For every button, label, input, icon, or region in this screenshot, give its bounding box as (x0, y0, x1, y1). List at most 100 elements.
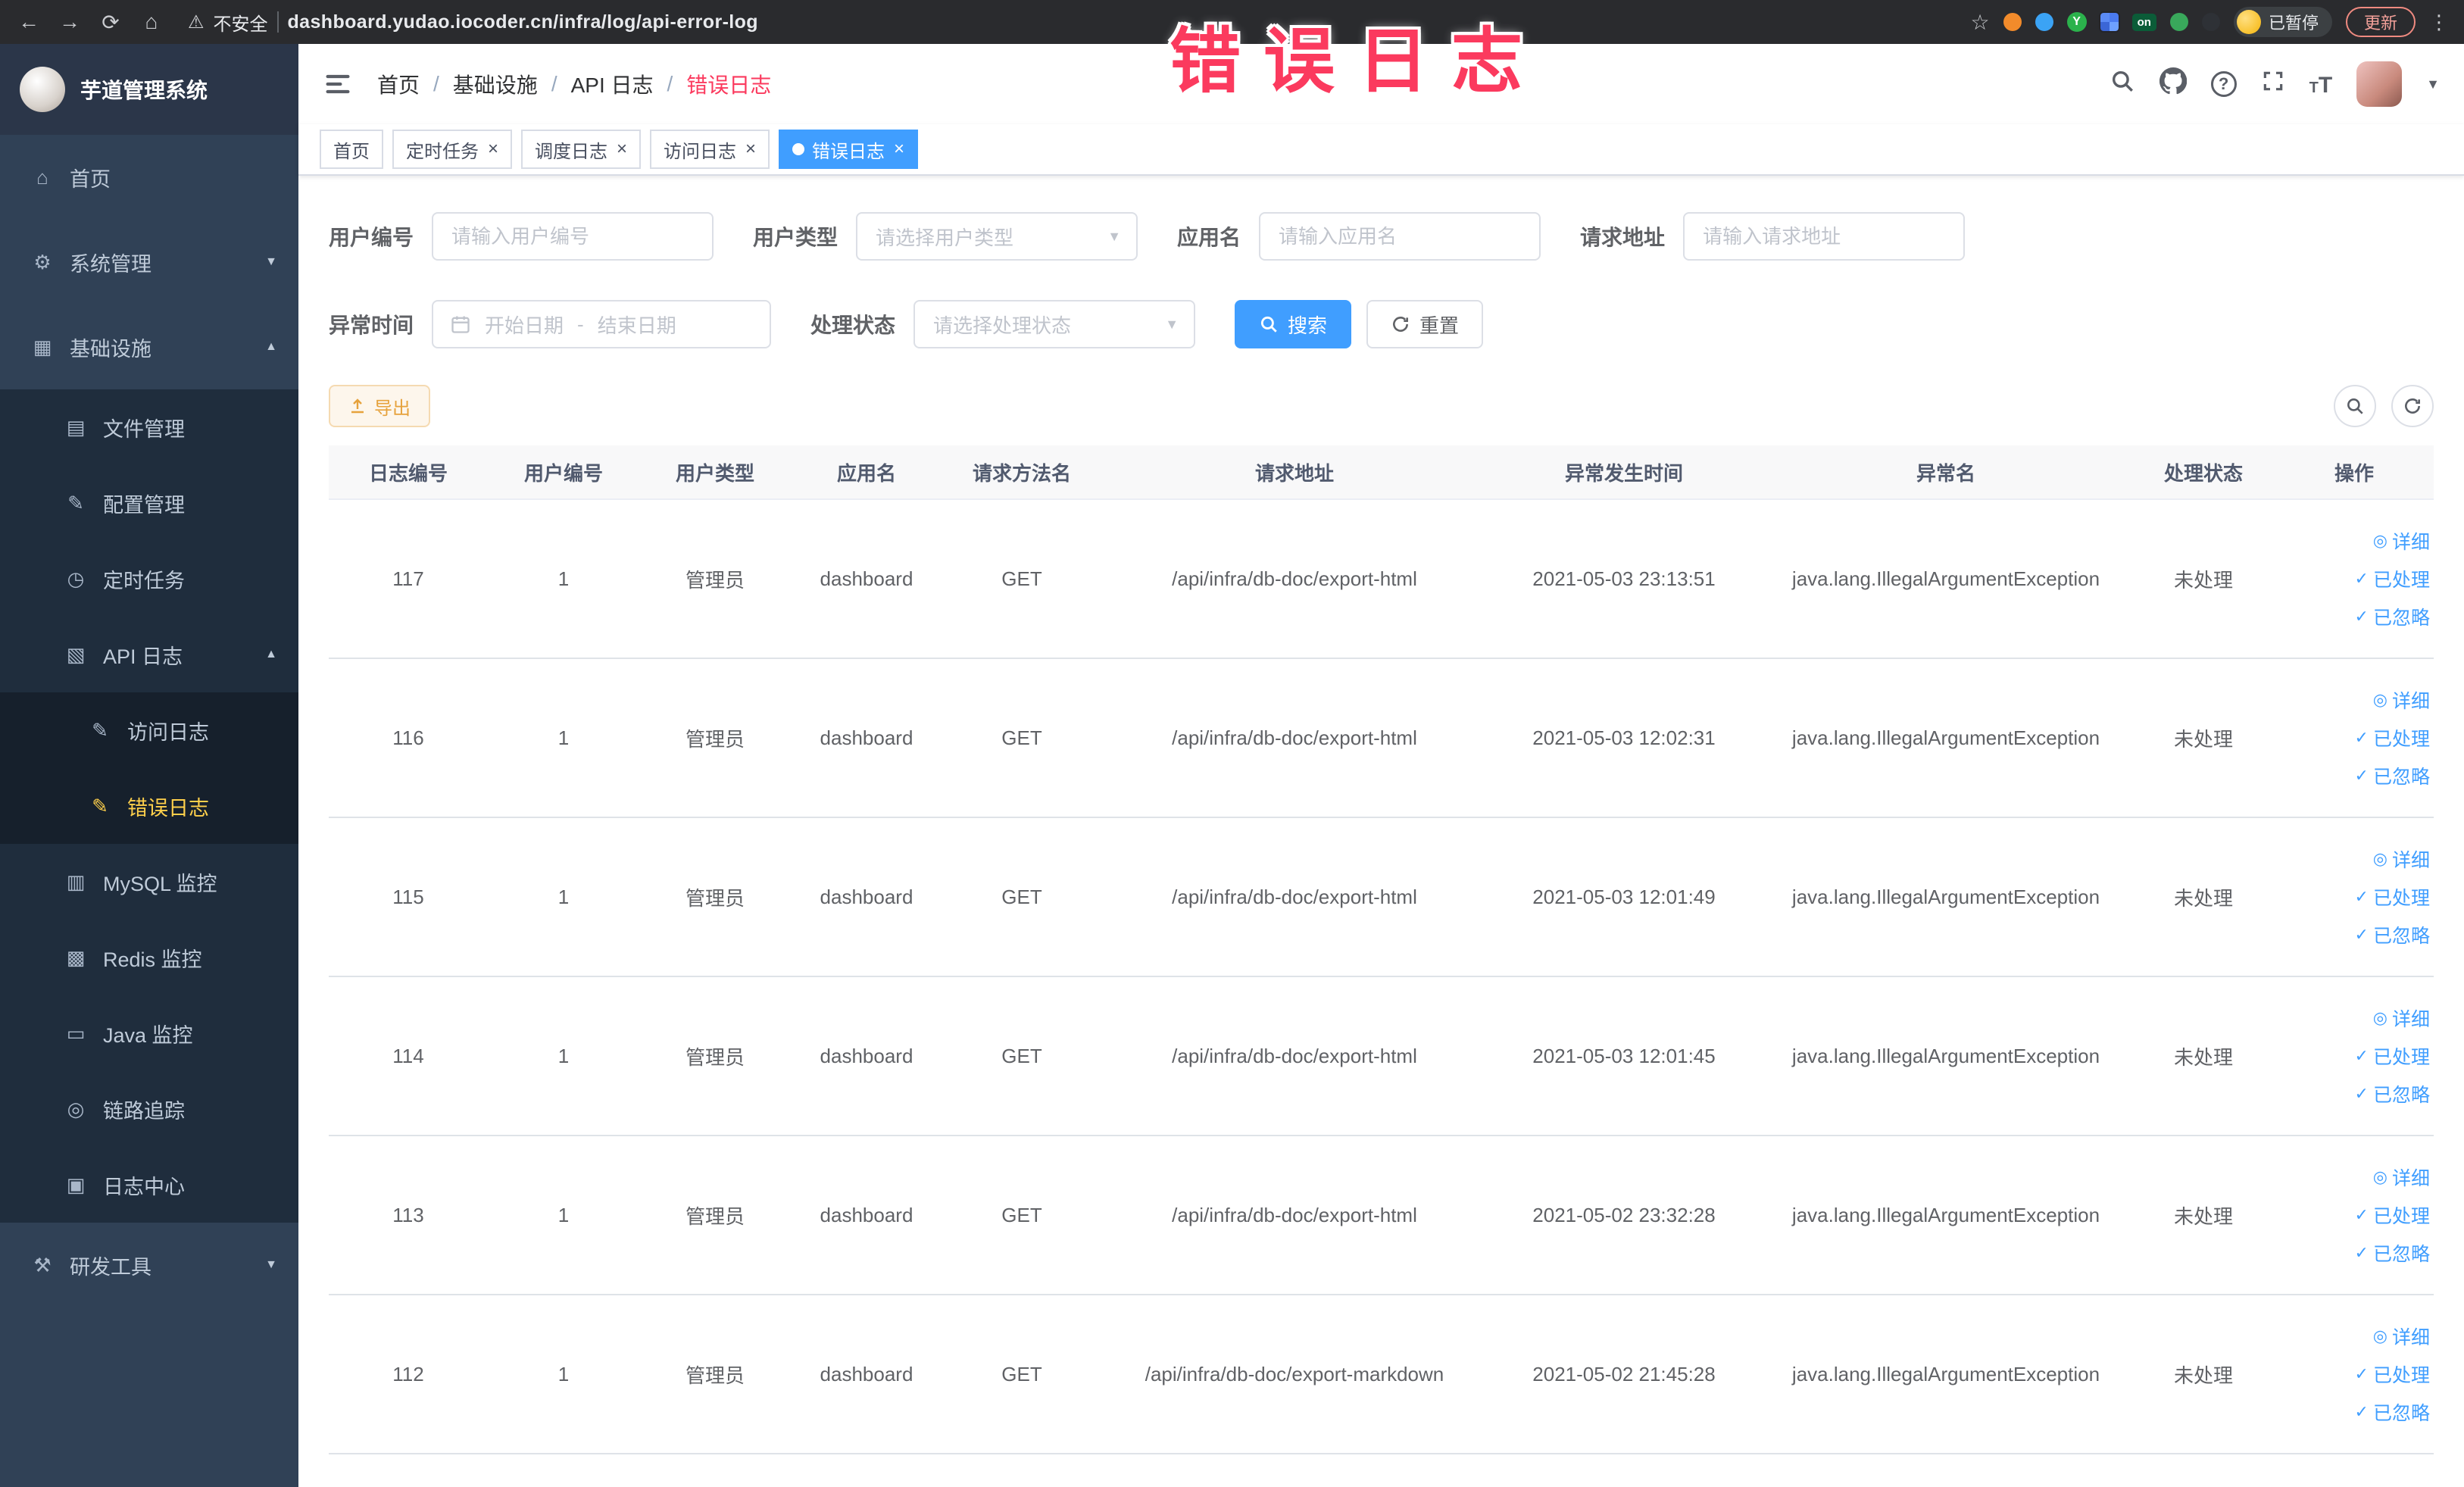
search-icon[interactable] (2110, 68, 2135, 100)
forward-icon[interactable]: → (56, 10, 83, 34)
profile-paused-badge[interactable]: 已暂停 (2233, 7, 2332, 37)
sidebar-item-home[interactable]: ⌂ 首页 (0, 135, 298, 220)
browser-menu-icon[interactable]: ⋮ (2429, 11, 2449, 34)
check-icon: ✓ (2354, 1205, 2369, 1224)
tab-error-log[interactable]: 错误日志 × (779, 130, 919, 169)
sidebar-item-error-log[interactable]: ✎ 错误日志 (0, 768, 298, 844)
detail-link[interactable]: ◎ 详细 (2373, 1004, 2430, 1032)
toggle-search-button[interactable] (2334, 385, 2376, 427)
sidebar-item-api-logs[interactable]: ▧ API 日志 ▲ (0, 617, 298, 692)
extension-icon-green[interactable] (2169, 13, 2188, 31)
breadcrumb-api-logs[interactable]: API 日志 (571, 69, 654, 99)
app-name-input[interactable] (1259, 212, 1541, 261)
detail-link[interactable]: ◎ 详细 (2373, 1164, 2430, 1191)
user-avatar[interactable] (2356, 61, 2403, 107)
request-url-label: 请求地址 (1580, 226, 1666, 249)
sidebar-item-access-log[interactable]: ✎ 访问日志 (0, 692, 298, 768)
mark-ignored-link[interactable]: ✓ 已忽略 (2355, 1398, 2430, 1426)
user-type-select[interactable]: 请选择用户类型 ▼ (856, 212, 1138, 261)
close-icon[interactable]: × (617, 139, 627, 160)
mark-ignored-link[interactable]: ✓ 已忽略 (2355, 1080, 2430, 1107)
extension-icon-y[interactable]: Y (2066, 12, 2087, 32)
chrome-toolbar-right: ☆ Y on 已暂停 更新 ⋮ (1971, 7, 2449, 37)
close-icon[interactable]: × (488, 139, 498, 160)
tab-scheduled-tasks[interactable]: 定时任务 × (392, 130, 513, 169)
mark-ignored-link[interactable]: ✓ 已忽略 (2355, 603, 2430, 630)
sidebar-item-redis-monitor[interactable]: ▩ Redis 监控 (0, 920, 298, 995)
help-icon[interactable]: ? (2210, 71, 2237, 97)
extension-icon-paw[interactable] (2201, 13, 2220, 31)
detail-link[interactable]: ◎ 详细 (2373, 845, 2430, 873)
sidebar-item-system-mgmt[interactable]: ⚙ 系统管理 ▼ (0, 220, 298, 305)
exception-time-range-picker[interactable]: 开始日期 - 结束日期 (432, 300, 772, 348)
refresh-button[interactable] (2391, 385, 2434, 427)
sidebar-item-log-center[interactable]: ▣ 日志中心 (0, 1147, 298, 1223)
edit-icon: ✎ (67, 491, 84, 514)
logo-avatar (20, 67, 65, 112)
trace-icon: ◎ (67, 1097, 85, 1120)
sidebar-item-mysql-monitor[interactable]: ▥ MySQL 监控 (0, 844, 298, 920)
table-row: 115 1 管理员 dashboard GET /api/infra/db-do… (329, 818, 2434, 977)
close-icon[interactable]: × (745, 139, 756, 160)
extension-icon-grid[interactable] (2098, 11, 2120, 33)
browser-update-button[interactable]: 更新 (2345, 7, 2416, 37)
mark-processed-link[interactable]: ✓ 已处理 (2355, 883, 2430, 911)
back-icon[interactable]: ← (15, 10, 42, 34)
bookmark-star-icon[interactable]: ☆ (1971, 10, 1990, 35)
detail-link[interactable]: ◎ 详细 (2373, 686, 2430, 714)
extension-icon-on[interactable]: on (2131, 13, 2156, 31)
sidebar-item-java-monitor[interactable]: ▭ Java 监控 (0, 995, 298, 1071)
sidebar-item-infrastructure[interactable]: ▦ 基础设施 ▲ (0, 305, 298, 389)
font-size-icon[interactable]: TT (2309, 70, 2333, 98)
request-url-input[interactable] (1683, 212, 1966, 261)
detail-link[interactable]: ◎ 详细 (2373, 1323, 2430, 1350)
divider (276, 11, 279, 33)
breadcrumb-home[interactable]: 首页 (377, 69, 420, 99)
detail-link[interactable]: ◎ 详细 (2373, 527, 2430, 555)
check-icon: ✓ (2354, 1402, 2369, 1421)
sidebar-item-dev-tools[interactable]: ⚒ 研发工具 ▼ (0, 1223, 298, 1307)
browser-chrome: ← → ⟳ ⌂ ⚠ 不安全 dashboard.yudao.iocoder.cn… (0, 0, 2464, 44)
screenshot-root: ← → ⟳ ⌂ ⚠ 不安全 dashboard.yudao.iocoder.cn… (0, 0, 2464, 1487)
sidebar-item-trace[interactable]: ◎ 链路追踪 (0, 1071, 298, 1147)
search-button[interactable]: 搜索 (1235, 300, 1352, 348)
address-bar[interactable]: ⚠ 不安全 dashboard.yudao.iocoder.cn/infra/l… (188, 9, 758, 36)
sidebar-item-file-mgmt[interactable]: ▤ 文件管理 (0, 389, 298, 465)
sidebar-item-scheduled-tasks[interactable]: ◷ 定时任务 (0, 541, 298, 617)
tab-schedule-log[interactable]: 调度日志 × (521, 130, 642, 169)
mark-ignored-link[interactable]: ✓ 已忽略 (2355, 762, 2430, 789)
fullscreen-icon[interactable] (2261, 69, 2285, 99)
sidebar-item-config-mgmt[interactable]: ✎ 配置管理 (0, 465, 298, 541)
tab-access-log[interactable]: 访问日志 × (650, 130, 770, 169)
mark-ignored-link[interactable]: ✓ 已忽略 (2355, 1239, 2430, 1267)
mark-processed-link[interactable]: ✓ 已处理 (2355, 565, 2430, 592)
calendar-icon (450, 314, 471, 335)
mark-processed-link[interactable]: ✓ 已处理 (2355, 1360, 2430, 1388)
process-status-select[interactable]: 请选择处理状态 ▼ (913, 300, 1196, 348)
mark-processed-link[interactable]: ✓ 已处理 (2355, 1042, 2430, 1070)
filter-row-2: 异常时间 开始日期 - 结束日期 处理状态 请选择处理状态 ▼ 搜索 重置 (329, 300, 2434, 348)
mark-ignored-link[interactable]: ✓ 已忽略 (2355, 921, 2430, 948)
reload-icon[interactable]: ⟳ (97, 10, 124, 35)
profile-avatar-emoji (2236, 10, 2261, 34)
home-button-icon[interactable]: ⌂ (138, 10, 165, 34)
extension-icon-blue[interactable] (2035, 13, 2053, 31)
mark-processed-link[interactable]: ✓ 已处理 (2355, 1201, 2430, 1229)
user-id-input[interactable] (432, 212, 714, 261)
app-logo[interactable]: 芋道管理系统 (0, 44, 298, 135)
tab-home[interactable]: 首页 (320, 130, 383, 169)
check-icon: ✓ (2354, 569, 2369, 588)
process-status-label: 处理状态 (810, 314, 896, 337)
chevron-down-icon: ▼ (265, 255, 277, 268)
reset-button[interactable]: 重置 (1366, 300, 1484, 348)
close-icon[interactable]: × (894, 139, 904, 160)
breadcrumb-infrastructure[interactable]: 基础设施 (453, 69, 538, 99)
filter-row-1: 用户编号 用户类型 请选择用户类型 ▼ 应用名 (329, 212, 2434, 261)
export-button[interactable]: 导出 (329, 385, 430, 427)
extension-icon-orange[interactable] (2003, 13, 2022, 31)
navbar-actions: ? TT ▼ (2110, 61, 2440, 107)
hamburger-icon[interactable] (323, 69, 353, 99)
github-icon[interactable] (2159, 67, 2187, 101)
avatar-caret-icon[interactable]: ▼ (2426, 77, 2440, 92)
mark-processed-link[interactable]: ✓ 已处理 (2355, 724, 2430, 751)
